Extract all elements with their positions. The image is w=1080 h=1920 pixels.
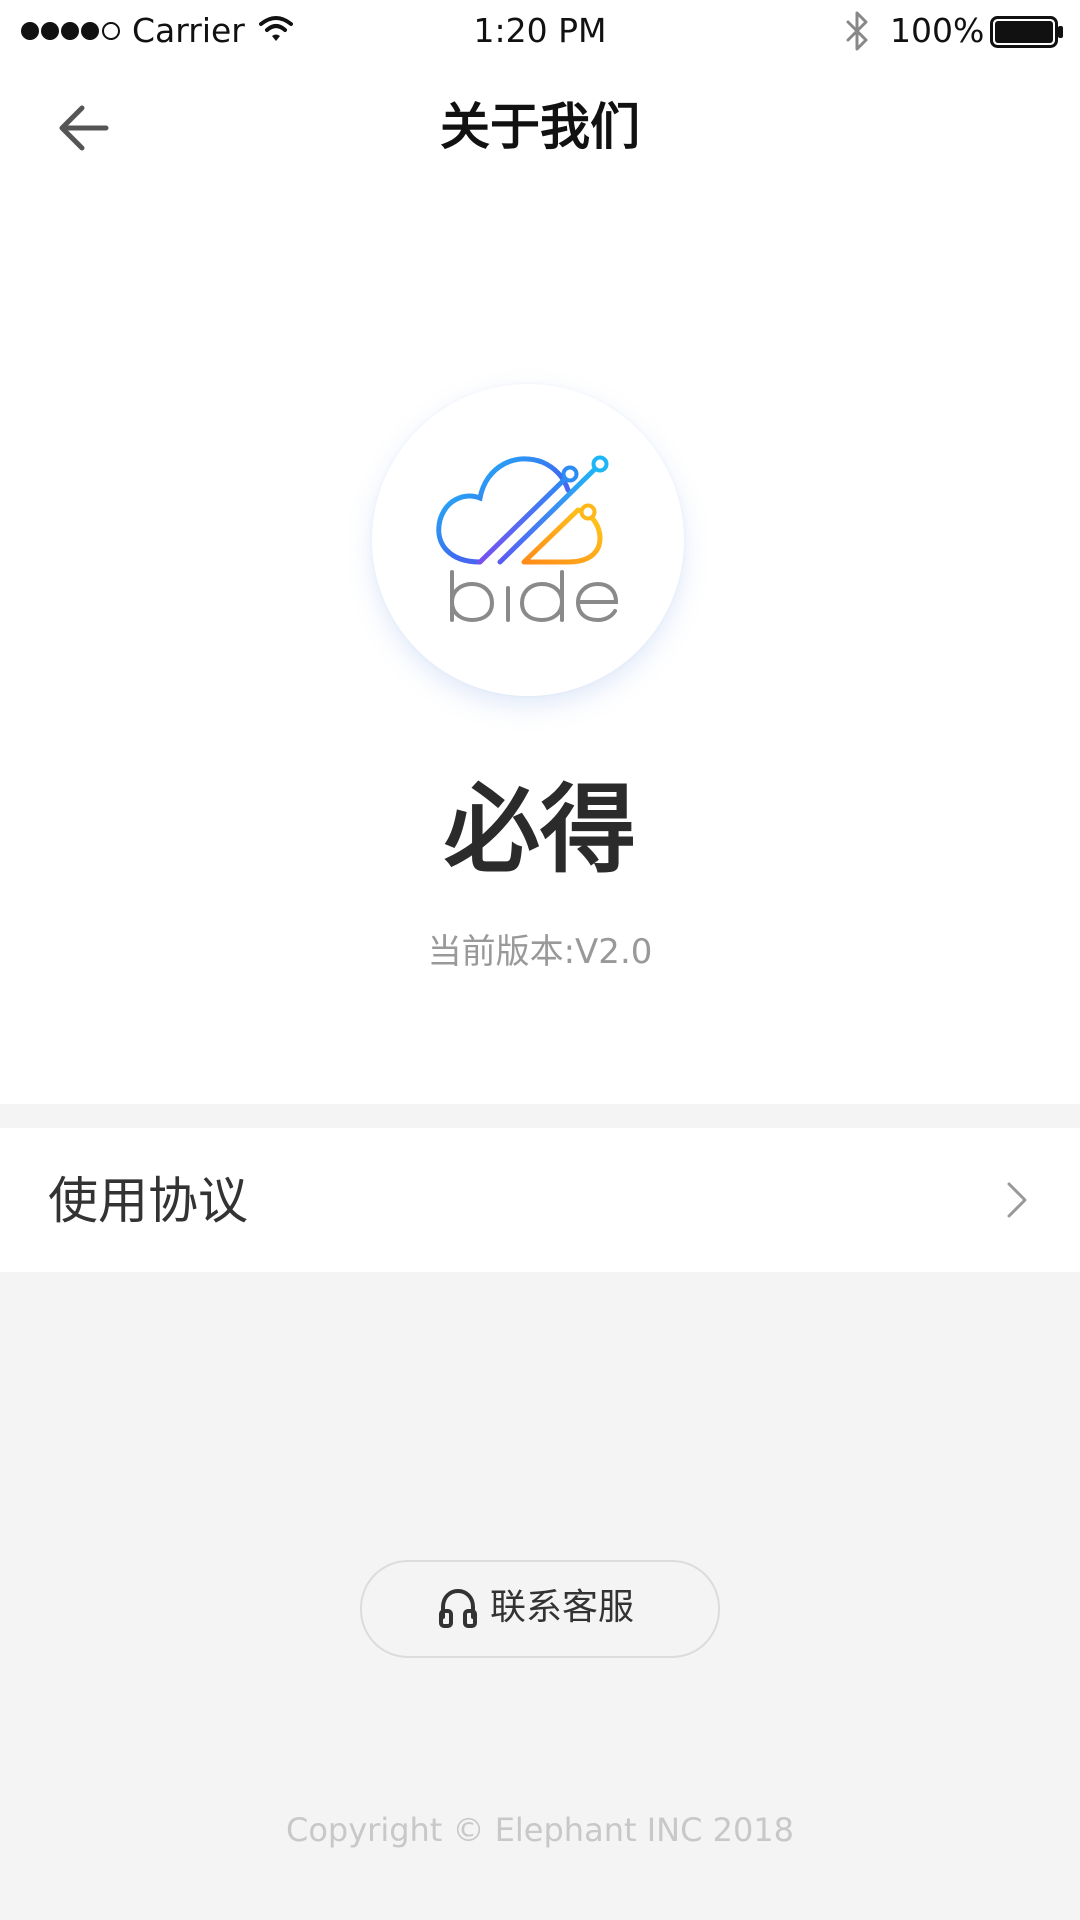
terms-of-use-row[interactable]: 使用协议 <box>0 1128 1080 1272</box>
section-divider <box>0 1104 1080 1128</box>
copyright-text: Copyright © Elephant INC 2018 <box>285 1811 795 1849</box>
contact-support-button[interactable]: 联系客服 <box>360 1560 720 1658</box>
app-name: 必得 <box>444 774 636 886</box>
battery-icon <box>990 16 1063 48</box>
app-info-section: 必得 当前版本:V2.0 <box>0 192 1080 1104</box>
page-title: 关于我们 <box>440 98 640 156</box>
status-bar: Carrier 1:20 PM 100% <box>0 0 1080 62</box>
contact-support-label: 联系客服 <box>490 1587 635 1628</box>
bluetooth-icon <box>846 11 868 51</box>
chevron-right-icon <box>1007 1182 1027 1218</box>
terms-of-use-label: 使用协议 <box>48 1172 248 1230</box>
headset-icon <box>439 1588 477 1628</box>
app-logo <box>372 384 684 696</box>
navigation-bar: 关于我们 <box>0 62 1080 192</box>
app-version: 当前版本:V2.0 <box>427 932 653 972</box>
bide-cloud-logo <box>436 455 619 623</box>
about-us-screen: Carrier 1:20 PM 100% 关于我们 必得 当前版本:V2.0 使… <box>0 0 1080 1920</box>
battery-percentage: 100% <box>890 11 985 50</box>
